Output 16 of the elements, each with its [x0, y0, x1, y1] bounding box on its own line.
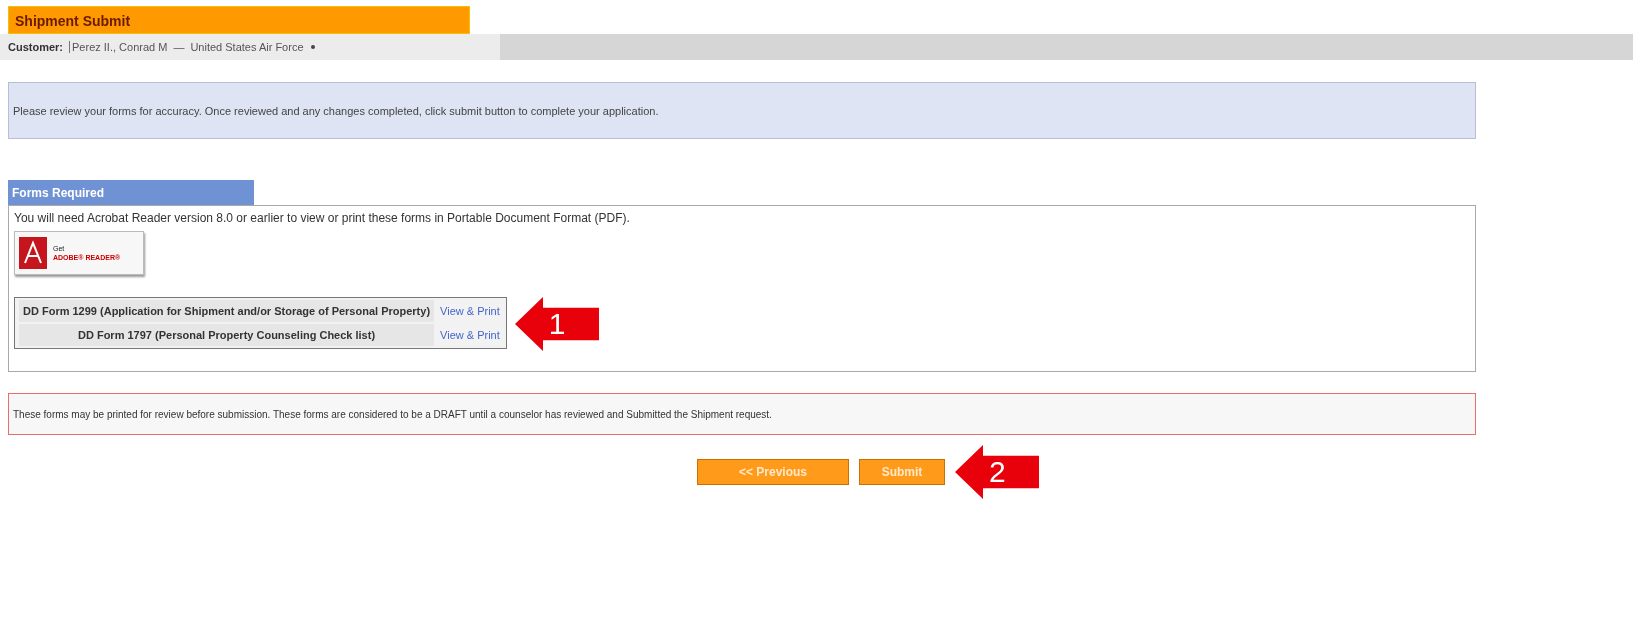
branch-name: United States Air Force: [190, 41, 304, 53]
callout-arrow: 1: [514, 297, 599, 351]
instructions-text: Please review your forms for accuracy. Once reviewed and any changes completed, click submit button to complete your application.: [13, 104, 659, 117]
form-name: DD Form 1797 (Personal Property Counseling Check list): [19, 324, 435, 346]
section-header: Forms Required: [8, 180, 254, 205]
reader-note: You will need Acrobat Reader version 8.0 or earlier to view or print these forms in Portable Document Format (PDF).: [14, 211, 631, 225]
view-print-link[interactable]: View & Print: [438, 324, 502, 346]
callout-arrow: 2: [955, 445, 1039, 499]
separator: —: [173, 41, 185, 53]
customer-label: Customer:: [8, 41, 63, 53]
customer-name[interactable]: Perez II., Conrad M: [69, 41, 168, 53]
notice-text: These forms may be printed for review before submission. These forms are considered to be a DRAFT until a counselor has reviewed and Submitted the Shipment request.: [13, 408, 772, 420]
form-name: DD Form 1299 (Application for Shipment and/or Storage of Personal Property): [19, 300, 435, 322]
view-print-link[interactable]: View & Print: [438, 300, 502, 322]
page-title: Shipment Submit: [8, 6, 470, 34]
pdf-icon: [19, 237, 47, 269]
